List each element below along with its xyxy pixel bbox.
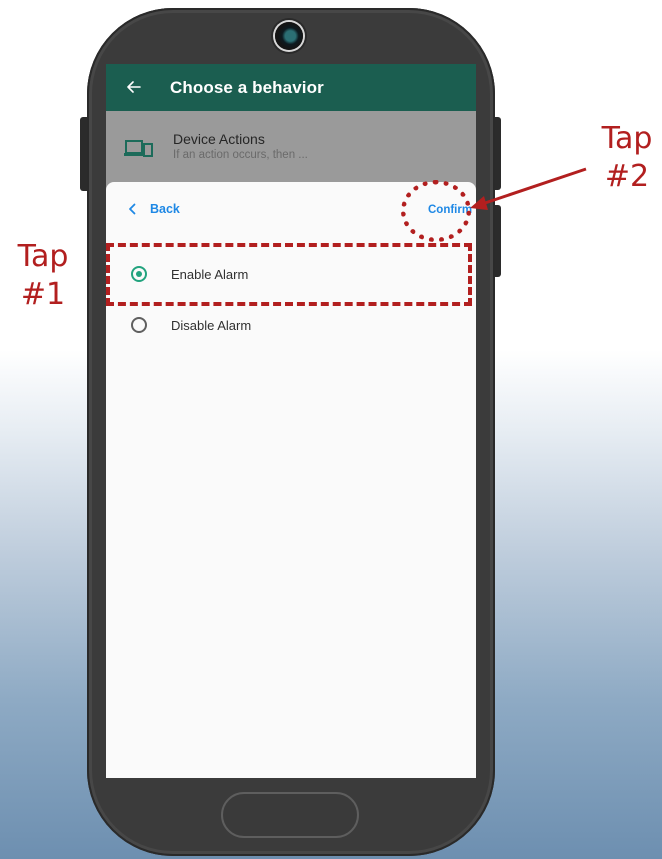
page-title: Choose a behavior (170, 78, 324, 97)
list-item-device-actions: Device Actions If an action occurs, then… (106, 111, 476, 191)
home-button[interactable] (221, 792, 359, 838)
devices-icon (124, 140, 153, 157)
radio-unchecked-icon[interactable] (131, 317, 147, 333)
tap-1-highlight-box (106, 243, 472, 306)
chevron-left-icon (129, 203, 136, 215)
list-item-subtitle: If an action occurs, then ... (173, 149, 308, 161)
arrow-left-icon[interactable] (124, 77, 144, 97)
back-button[interactable]: Back (128, 202, 180, 216)
list-item-title: Device Actions (173, 131, 265, 147)
camera-icon (275, 22, 303, 50)
radio-option-label: Disable Alarm (171, 317, 252, 333)
back-button-label: Back (150, 202, 180, 216)
app-header: Choose a behavior (106, 64, 476, 111)
phone-screen: Choose a behavior Device Actions If an a… (106, 64, 476, 778)
arrow-pointer-icon (470, 167, 587, 210)
radio-option-disable-alarm[interactable]: Disable Alarm (131, 317, 251, 333)
tap-1-label: Tap #1 (17, 239, 69, 312)
